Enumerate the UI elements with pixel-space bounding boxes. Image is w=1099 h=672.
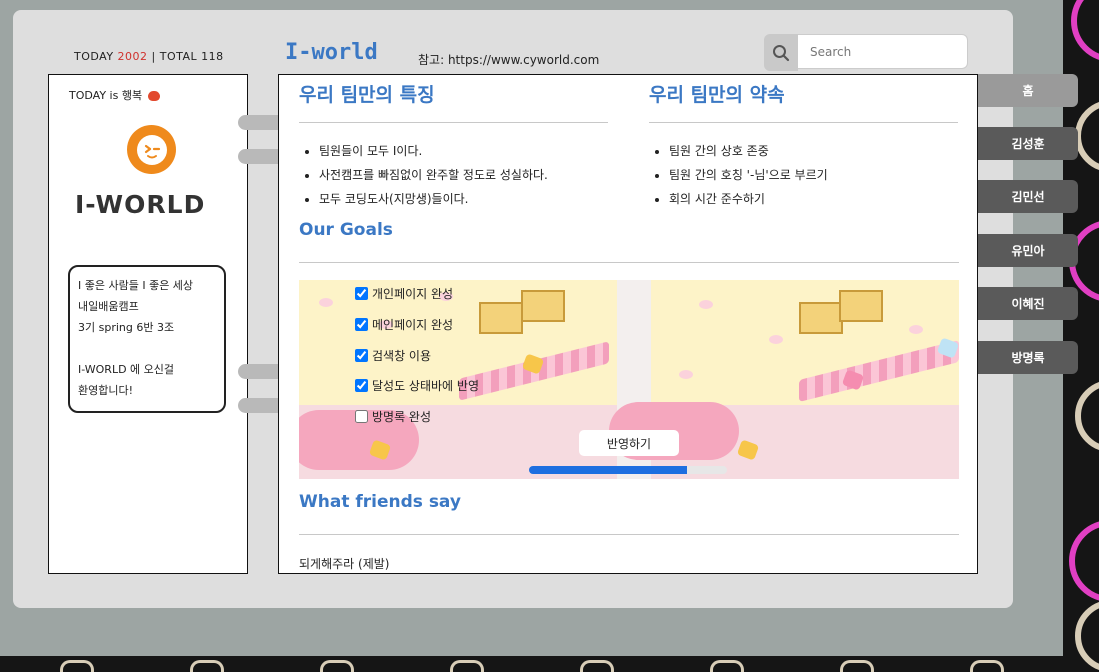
list-item: 모두 코딩도사(지망생)들이다. [319,187,548,211]
nav-home[interactable]: 홈 [978,74,1078,107]
goal-checkbox[interactable] [355,379,368,392]
divider [299,122,608,123]
divider [299,534,959,535]
search-input[interactable] [798,34,968,69]
goal-item[interactable]: 달성도 상태바에 반영 [355,377,479,394]
goal-checkbox[interactable] [355,410,368,423]
goal-label: 달성도 상태바에 반영 [372,379,479,393]
nav-member-1[interactable]: 김성훈 [978,127,1078,160]
content-panel: 우리 팀만의 특징 팀원들이 모두 I이다. 사전캠프를 빠짐없이 완주할 정도… [278,74,978,574]
list-item: 팀원 간의 상호 존중 [669,139,828,163]
search-icon [773,44,790,61]
logo-icon [127,125,176,174]
list-item: 회의 시간 준수하기 [669,187,828,211]
goal-label: 검색창 이용 [372,349,432,363]
goal-checkbox[interactable] [355,349,368,362]
features-list: 팀원들이 모두 I이다. 사전캠프를 빠짐없이 완주할 정도로 성실하다. 모두… [299,139,548,211]
goal-label: 개인페이지 완성 [372,287,454,301]
divider [649,122,958,123]
visit-counter: TODAY 2002 | TOTAL 118 [74,50,224,63]
today-label: TODAY [74,50,114,63]
site-title[interactable]: I-world [285,40,378,65]
goal-label: 메인페이지 완성 [372,318,454,332]
goals-title: Our Goals [299,220,393,240]
list-item: 사전캠프를 빠짐없이 완주할 정도로 성실하다. [319,163,548,187]
goals-room-illustration: 개인페이지 완성 메인페이지 완성 검색창 이용 달성도 상태바에 반영 방명록… [299,280,959,479]
list-item: 팀원들이 모두 I이다. [319,139,548,163]
list-item: 팀원 간의 호칭 '-님'으로 부르기 [669,163,828,187]
intro-line: I 좋은 사람들 I 좋은 세상 [78,279,194,292]
apply-button[interactable]: 반영하기 [579,430,679,456]
intro-line [78,338,224,359]
goal-item[interactable]: 방명록 완성 [355,408,431,425]
intro-line: I-WORLD 에 오신걸 [78,363,175,376]
reference-link: 참고: https://www.cyworld.com [418,53,600,67]
today-count: 2002 [117,50,148,63]
counter-separator: | [151,50,156,63]
today-mood-text: TODAY is 행복 [69,89,143,102]
goal-progress-bar [529,466,727,474]
promises-list: 팀원 간의 상호 존중 팀원 간의 호칭 '-님'으로 부르기 회의 시간 준수… [649,139,828,211]
total-label: TOTAL [159,50,198,63]
goal-label: 방명록 완성 [372,410,432,424]
goal-item[interactable]: 검색창 이용 [355,347,431,364]
goal-item[interactable]: 메인페이지 완성 [355,316,453,333]
goal-progress-fill [529,466,688,474]
divider [299,262,959,263]
intro-line: 내일배움캠프 [78,300,139,313]
nav-member-2[interactable]: 김민선 [978,180,1078,213]
goal-checkbox[interactable] [355,287,368,300]
intro-line: 환영합니다! [78,384,134,397]
intro-line: 3기 spring 6반 3조 [78,321,175,334]
intro-box: I 좋은 사람들 I 좋은 세상 내일배움캠프 3기 spring 6반 3조 … [68,265,226,413]
mood-face-icon [147,91,160,101]
nav-member-3[interactable]: 유민아 [978,234,1078,267]
friend-comment: 되게해주라 (제발) [299,557,390,571]
friends-title: What friends say [299,492,461,512]
decorative-bottom-strip [0,656,1063,672]
logo-text: I-WORLD [75,190,206,219]
profile-panel: TODAY is 행복 I-WORLD I 좋은 사람들 I 좋은 세상 내일배… [48,74,248,574]
nav-guestbook[interactable]: 방명록 [978,341,1078,374]
search-button[interactable] [764,34,798,71]
promises-title: 우리 팀만의 약속 [649,84,785,106]
today-mood: TODAY is 행복 [69,87,160,103]
nav-member-4[interactable]: 이혜진 [978,287,1078,320]
total-count: 118 [201,50,224,63]
goal-item[interactable]: 개인페이지 완성 [355,285,453,302]
features-title: 우리 팀만의 특징 [299,84,435,106]
goal-checkbox[interactable] [355,318,368,331]
